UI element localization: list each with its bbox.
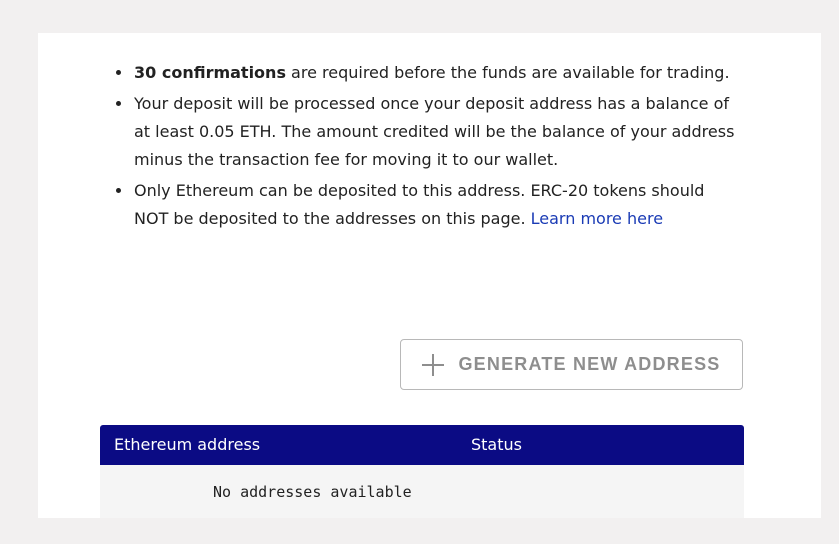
generate-new-address-button[interactable]: GENERATE NEW ADDRESS	[400, 339, 743, 390]
column-header-ethereum-address: Ethereum address	[114, 435, 261, 454]
note-minimum-balance: Your deposit will be processed once your…	[115, 90, 735, 174]
deposit-notes-list: 30 confirmations are required before the…	[115, 59, 735, 236]
deposit-card: 30 confirmations are required before the…	[38, 33, 821, 518]
confirmations-text: are required before the funds are availa…	[285, 63, 730, 82]
note-ethereum-only: Only Ethereum can be deposited to this a…	[115, 177, 735, 233]
empty-table-message: No addresses available	[213, 483, 412, 501]
minimum-balance-text: Your deposit will be processed once your…	[134, 94, 735, 169]
page: 30 confirmations are required before the…	[0, 0, 839, 544]
addresses-table-header: Ethereum address Status	[100, 425, 744, 465]
learn-more-link[interactable]: Learn more here	[531, 209, 663, 228]
column-header-status: Status	[471, 435, 522, 454]
plus-icon	[422, 353, 445, 376]
note-confirmations: 30 confirmations are required before the…	[115, 59, 735, 87]
confirmations-count: 30 confirmations	[134, 63, 286, 82]
generate-button-label: GENERATE NEW ADDRESS	[458, 354, 721, 374]
addresses-table-body: No addresses available	[100, 465, 744, 518]
